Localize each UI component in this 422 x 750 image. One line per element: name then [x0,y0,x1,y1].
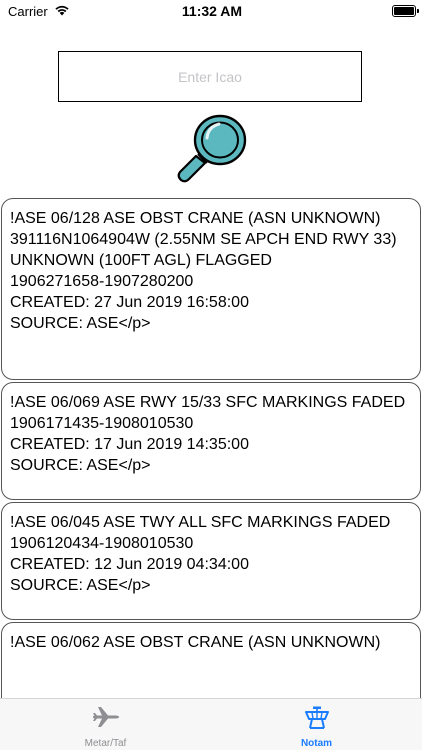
notam-card[interactable]: !ASE 06/062 ASE OBST CRANE (ASN UNKNOWN) [1,622,421,698]
status-bar: Carrier 11:32 AM [0,0,422,22]
notam-text: !ASE 06/128 ASE OBST CRANE (ASN UNKNOWN)… [10,210,397,248]
status-time: 11:32 AM [181,3,243,19]
notam-created: CREATED: 27 Jun 2019 16:58:00 [10,294,249,311]
notam-source: SOURCE: ASE</p> [10,315,151,332]
tab-label: Notam [300,738,333,749]
carrier-label: Carrier [8,3,48,19]
control-tower-icon [302,705,332,734]
tab-label: Metar/Taf [84,738,127,749]
notam-text: UNKNOWN (100FT AGL) FLAGGED [10,252,272,269]
notam-text: !ASE 06/062 ASE OBST CRANE (ASN UNKNOWN) [10,634,381,651]
notam-created: CREATED: 17 Jun 2019 14:35:00 [10,436,249,453]
notam-card[interactable]: !ASE 06/128 ASE OBST CRANE (ASN UNKNOWN)… [1,198,421,380]
notam-source: SOURCE: ASE</p> [10,457,151,474]
notam-text: !ASE 06/045 ASE TWY ALL SFC MARKINGS FAD… [10,514,391,552]
notam-created: CREATED: 12 Jun 2019 04:34:00 [10,556,249,573]
notam-source: SOURCE: ASE</p> [10,577,151,594]
status-right [296,5,419,17]
notam-text: !ASE 06/069 ASE RWY 15/33 SFC MARKINGS F… [10,394,406,432]
notam-card[interactable]: !ASE 06/045 ASE TWY ALL SFC MARKINGS FAD… [1,502,421,620]
wifi-icon [54,4,70,19]
icao-search-input[interactable] [58,51,362,102]
status-left: Carrier [8,4,128,19]
tab-metar-taf[interactable]: Metar/Taf [0,699,211,750]
notam-list[interactable]: !ASE 06/128 ASE OBST CRANE (ASN UNKNOWN)… [0,198,422,698]
battery-icon [392,5,419,17]
tab-notam[interactable]: Notam [211,699,422,750]
battery-fill [394,7,414,15]
tab-bar: Metar/Taf Notam [0,698,422,750]
airplane-icon [91,705,121,734]
search-button[interactable] [174,112,248,188]
screen: Carrier 11:32 AM Enter Icao !ASE 06/128 … [0,0,422,750]
magnifier-icon [177,114,247,183]
notam-text: 1906271658-1907280200 [10,273,194,290]
notam-card[interactable]: !ASE 06/069 ASE RWY 15/33 SFC MARKINGS F… [1,382,421,500]
